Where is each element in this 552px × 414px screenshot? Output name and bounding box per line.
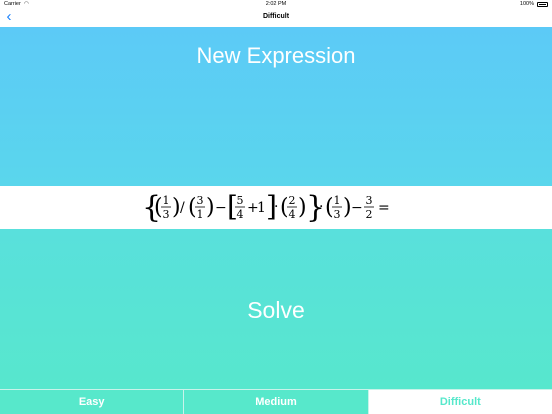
paren-left: ( [325,195,334,220]
navigation-bar: ‹ Difficult [0,8,552,28]
math-expression: {(13) /(31) − [54 +1]·(24)}·(13) −32 = [142,190,390,225]
paren-left: ( [280,195,289,220]
solve-button[interactable]: Solve [0,297,552,324]
difficulty-difficult[interactable]: Difficult [367,390,552,414]
paren-right: ) [206,195,215,220]
new-expression-panel[interactable]: New Expression [0,27,552,186]
difficulty-selector: Easy Medium Difficult [0,389,552,414]
operator: · [274,199,278,215]
fraction-denominator: 1 [197,208,204,221]
fraction-denominator: 3 [163,208,170,221]
operator: − [215,200,227,216]
difficulty-medium[interactable]: Medium [183,390,368,414]
operator: · [319,199,323,215]
status-time: 2:02 PM [265,1,287,7]
fraction-numerator: 3 [366,194,373,207]
operator: − [351,200,363,216]
difficulty-easy[interactable]: Easy [0,390,184,414]
nav-title: Difficult [262,13,290,20]
status-bar: Carrier ◠ 2:02 PM 100% [0,0,552,9]
fraction-denominator: 4 [289,208,296,221]
fraction-numerator: 5 [237,194,244,207]
operator: = [378,200,390,216]
expression-display: {(1 3) /(3 1) −[5 4 +1] ·(2 4)} ·(1 3) −3 2 = [0,186,552,229]
battery-percent: 100% [519,1,534,7]
fraction-denominator: 4 [237,208,244,221]
fraction-numerator: 3 [197,194,204,207]
battery-icon [537,2,548,7]
fraction-numerator: 1 [163,194,170,207]
fraction-denominator: 3 [334,208,341,221]
fraction-numerator: 2 [289,194,296,207]
operator: / [180,200,185,216]
paren-left: ( [154,195,163,220]
new-expression-button[interactable]: New Expression [0,43,552,69]
paren-left: ( [188,195,197,220]
solve-panel[interactable]: Solve [0,229,552,389]
number: 1 [257,200,266,216]
fraction-numerator: 1 [334,194,341,207]
fraction-denominator: 2 [366,208,373,221]
